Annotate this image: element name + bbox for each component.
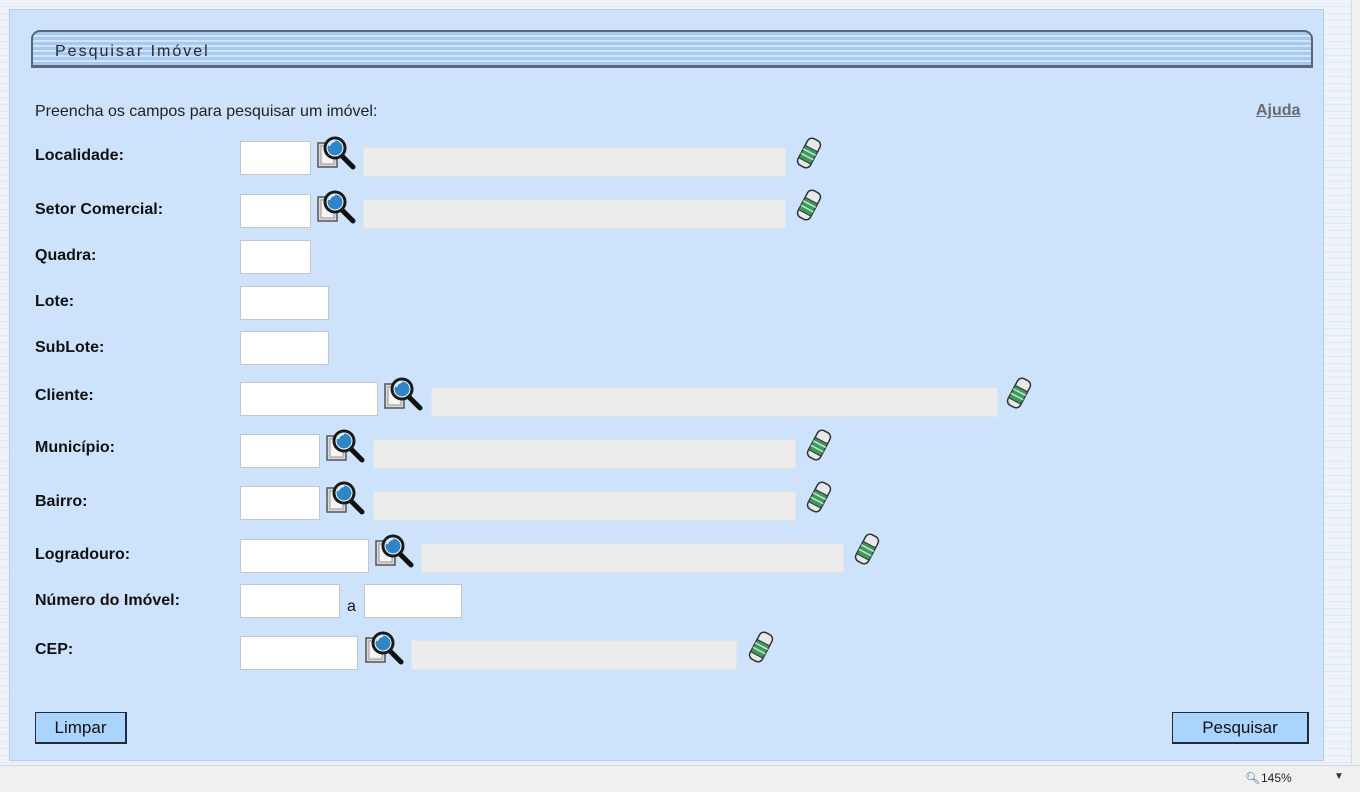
setor-comercial-lookup-icon[interactable] [316,187,360,227]
logradouro-lookup-icon[interactable] [374,531,418,571]
quadra-label: Quadra: [35,247,97,264]
localidade-lookup-icon[interactable] [316,133,360,173]
numero-imovel-to-input[interactable] [364,584,462,618]
cliente-input[interactable] [240,382,378,416]
page: Pesquisar Imóvel Preencha os campos para… [0,0,1360,792]
setor-comercial-label: Setor Comercial: [35,201,164,218]
sublote-label: SubLote: [35,339,105,356]
localidade-description [363,147,786,177]
zoom-icon[interactable]: 🔍︎ [1245,771,1260,785]
vertical-scrollbar[interactable] [1351,0,1360,763]
zoom-level[interactable]: 145% [1261,771,1292,785]
municipio-description [373,439,796,469]
help-link[interactable]: Ajuda [1256,102,1300,120]
setor-comercial-input[interactable] [240,194,311,228]
cep-input[interactable] [240,636,358,670]
search-button[interactable]: Pesquisar [1172,712,1309,744]
logradouro-eraser-icon[interactable] [852,532,882,566]
setor-comercial-eraser-icon[interactable] [794,188,824,222]
numero-imovel-label: Número do Imóvel: [35,592,180,609]
bairro-label: Bairro: [35,493,88,510]
cliente-eraser-icon[interactable] [1004,376,1034,410]
setor-comercial-description [363,199,786,229]
clear-button[interactable]: Limpar [35,712,127,744]
municipio-lookup-icon[interactable] [325,426,369,466]
bairro-description [373,491,796,521]
bairro-eraser-icon[interactable] [804,480,834,514]
lote-input[interactable] [240,286,329,320]
bairro-lookup-icon[interactable] [325,478,369,518]
quadra-input[interactable] [240,240,311,274]
cliente-description [431,387,998,417]
logradouro-input[interactable] [240,539,369,573]
cep-label: CEP: [35,641,74,658]
cliente-label: Cliente: [35,387,94,404]
cep-eraser-icon[interactable] [746,630,776,664]
numero-imovel-separator: a [347,598,356,615]
localidade-input[interactable] [240,141,311,175]
localidade-eraser-icon[interactable] [794,136,824,170]
status-bar: 🔍︎ 145% ▼ [0,765,1360,792]
cep-description [411,640,737,670]
bairro-input[interactable] [240,486,320,520]
instruction-text: Preencha os campos para pesquisar um imó… [35,103,378,120]
municipio-eraser-icon[interactable] [804,428,834,462]
municipio-label: Município: [35,439,115,456]
zoom-dropdown-icon[interactable]: ▼ [1334,771,1344,782]
localidade-label: Localidade: [35,147,124,164]
sublote-input[interactable] [240,331,329,365]
numero-imovel-from-input[interactable] [240,584,340,618]
page-title: Pesquisar Imóvel [55,43,210,60]
panel-header: Pesquisar Imóvel [31,30,1313,68]
lote-label: Lote: [35,293,75,310]
cliente-lookup-icon[interactable] [383,374,427,414]
cep-lookup-icon[interactable] [364,628,408,668]
municipio-input[interactable] [240,434,320,468]
logradouro-description [421,543,844,573]
logradouro-label: Logradouro: [35,546,131,563]
